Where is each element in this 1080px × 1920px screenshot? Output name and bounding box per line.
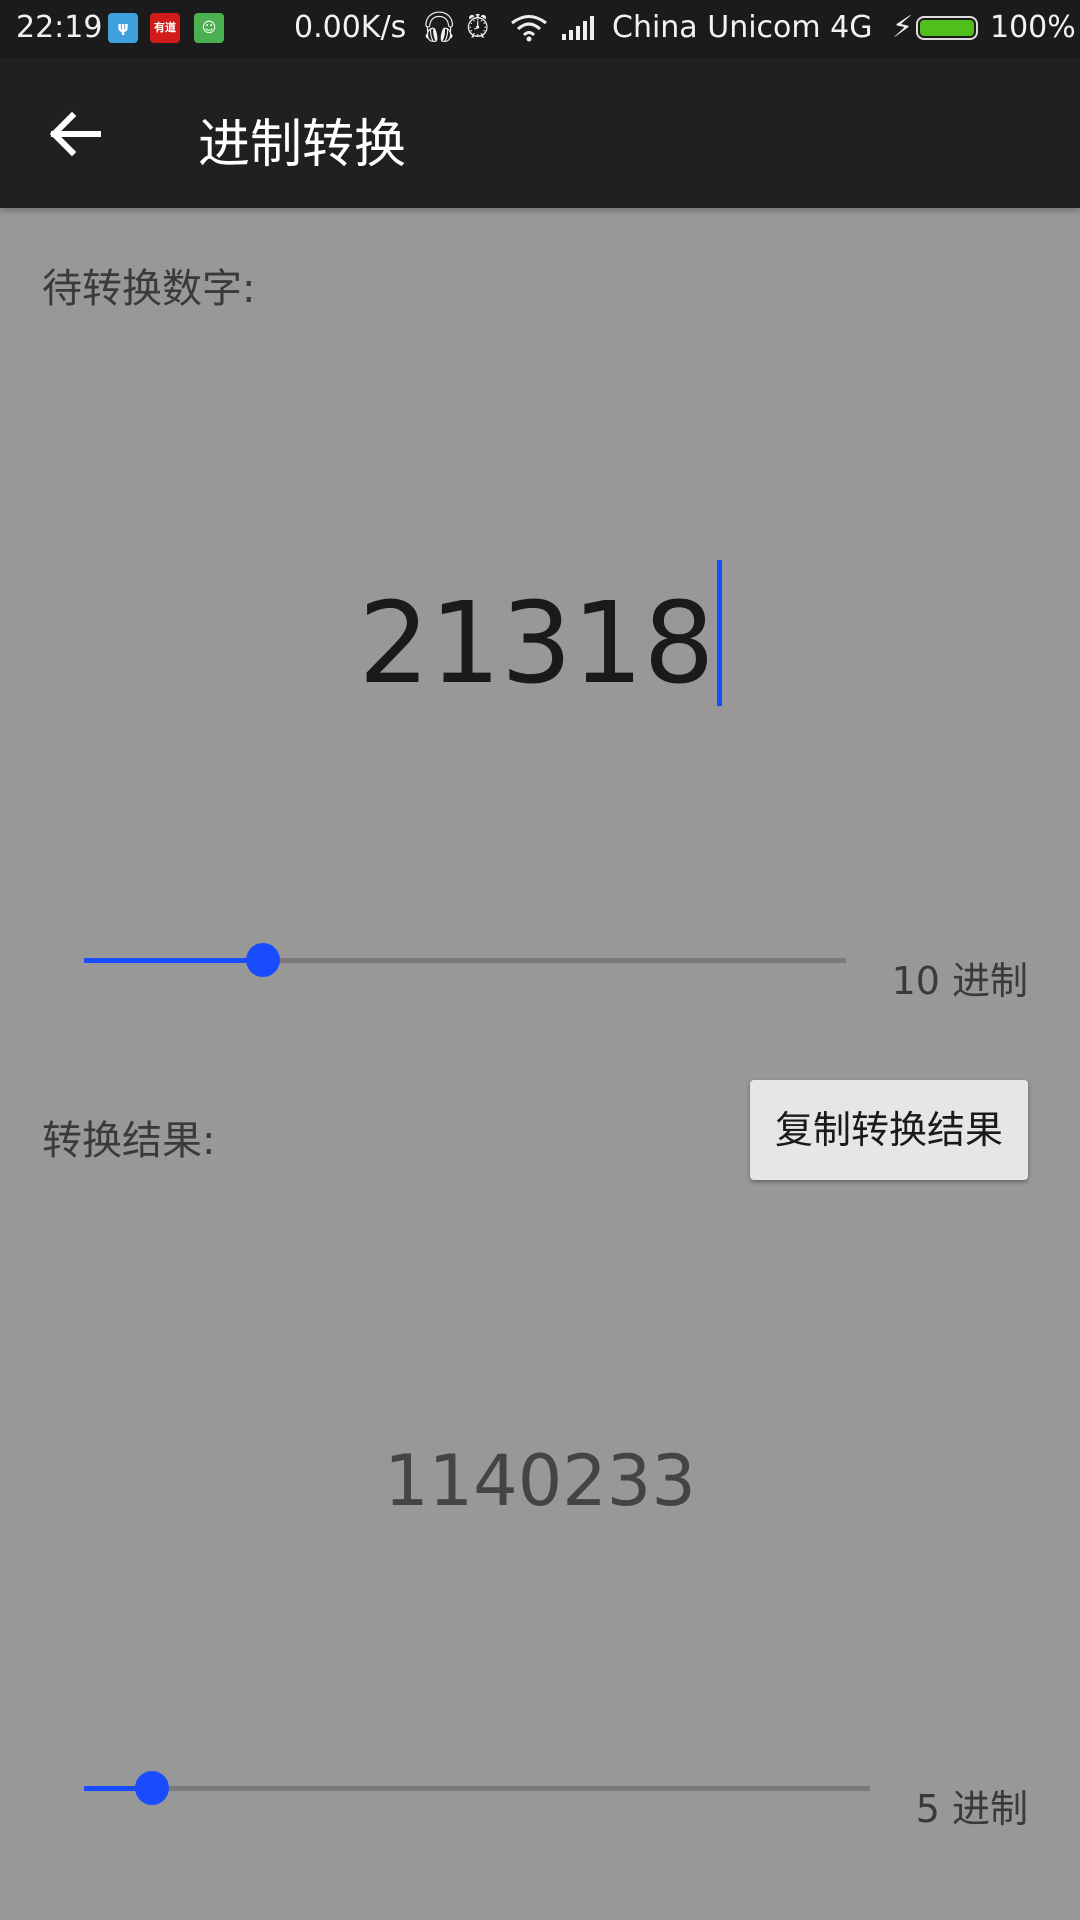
arrow-left-icon[interactable] [44, 102, 108, 166]
charging-icon: ⚡︎ [892, 10, 914, 45]
headphones-icon: 🎧︎ [420, 10, 459, 45]
result-label: 转换结果: [42, 1118, 216, 1164]
number-input[interactable]: 21318 [0, 560, 1080, 709]
wifi-icon [511, 15, 547, 42]
slider-thumb[interactable] [246, 943, 281, 977]
input-base-label: 10 进制 [891, 959, 1028, 1003]
signal-icon [562, 16, 594, 40]
android-icon: ☺ [194, 13, 224, 43]
carrier-name: China Unicom 4G [612, 10, 873, 45]
result-value: 1140233 [384, 1440, 696, 1522]
alarm-icon: ⏰︎ [466, 10, 490, 45]
input-base-slider[interactable] [84, 940, 846, 980]
battery-level [920, 20, 974, 36]
battery-icon [916, 16, 978, 40]
app-bar: 进制转换 [0, 58, 1080, 208]
result-base-label: 5 进制 [915, 1787, 1028, 1831]
input-label: 待转换数字: [42, 266, 256, 312]
page-title: 进制转换 [198, 115, 407, 175]
text-cursor [716, 560, 722, 706]
slider-fill [84, 958, 264, 963]
result-base-slider[interactable] [84, 1768, 870, 1808]
battery-percent: 100% [990, 10, 1076, 45]
usb-icon: ψ [108, 13, 138, 43]
status-time: 22:19 [16, 10, 103, 45]
net-speed: 0.00K/s [294, 10, 407, 45]
copy-result-button[interactable]: 复制转换结果 [750, 1080, 1028, 1180]
status-bar: 22:19 ψ 有道 ☺ 0.00K/s 🎧︎ ⏰︎ China Unicom … [0, 0, 1080, 58]
number-input-value: 21318 [358, 579, 715, 709]
slider-track [84, 1786, 870, 1791]
slider-thumb[interactable] [135, 1771, 170, 1805]
youdao-icon: 有道 [150, 13, 180, 43]
